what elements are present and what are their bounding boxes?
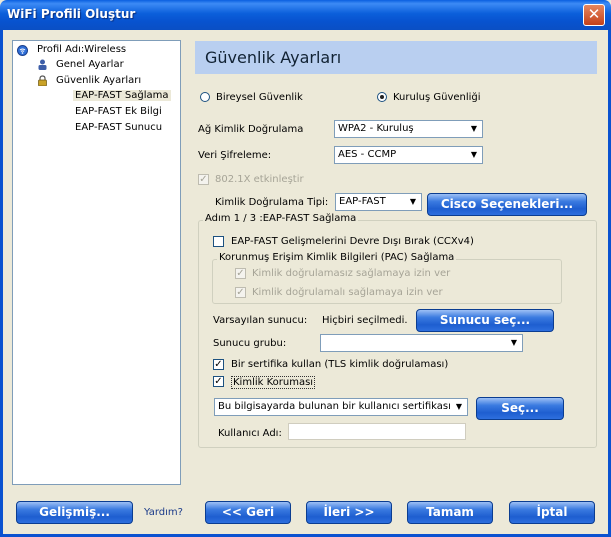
username-label: Kullanıcı Adı: [218,428,282,439]
auth-type-label: Kimlik Doğrulama Tipi: [215,197,329,208]
next-button[interactable]: İleri >> [306,501,392,524]
network-auth-select[interactable]: WPA2 - Kuruluş ▼ [334,120,483,138]
ok-button[interactable]: Tamam [407,501,493,524]
identity-protection-label: Kimlik Koruması [231,376,316,389]
certificate-value: Bu bilgisayarda bulunan bir kullanıcı se… [218,401,450,412]
encryption-label: Veri Şifreleme: [198,150,272,161]
auth-type-select[interactable]: EAP-FAST ▼ [335,193,422,211]
settings-tree[interactable]: Profil Adı:Wireless Genel Ayarlar Güvenl… [12,40,181,485]
tree-item-eap-fast-extra[interactable]: EAP-FAST Ek Bilgi [75,106,162,117]
advanced-button[interactable]: Gelişmiş... [16,501,133,524]
wifi-icon [17,45,28,56]
section-header: Güvenlik Ayarları [195,41,597,74]
help-link[interactable]: Yardım? [144,507,183,518]
personal-security-label: Bireysel Güvenlik [216,92,303,103]
cancel-button[interactable]: İptal [509,501,595,524]
window-title: WiFi Profili Oluştur [7,7,136,21]
use-certificate-checkbox[interactable]: ✓ [213,359,224,370]
chevron-down-icon[interactable]: ▼ [451,400,466,414]
chevron-down-icon[interactable]: ▼ [506,336,521,350]
tree-item-security[interactable]: Güvenlik Ayarları [56,75,141,86]
enable-8021x-label: 802.1X etkinleştir [215,174,304,185]
tree-item-eap-fast-provisioning[interactable]: EAP-FAST Sağlama [73,90,171,101]
chevron-down-icon[interactable]: ▼ [405,195,420,209]
unauth-provisioning-label: Kimlik doğrulamasız sağlamaya izin ver [252,268,451,279]
chevron-down-icon[interactable]: ▼ [466,148,481,162]
tree-item-eap-fast-server[interactable]: EAP-FAST Sunucu [75,122,162,133]
user-icon [38,59,47,70]
enterprise-security-label: Kuruluş Güvenliği [393,92,481,103]
network-auth-label: Ağ Kimlik Doğrulama [198,124,304,135]
auth-provisioning-checkbox[interactable]: ✓ [235,287,246,298]
encryption-value: AES - CCMP [338,149,397,160]
disable-enhancements-checkbox[interactable] [213,236,224,247]
select-certificate-button[interactable]: Seç... [476,397,564,420]
use-certificate-label: Bir sertifika kullan (TLS kimlik doğrula… [231,359,449,370]
tree-item-profile[interactable]: Profil Adı:Wireless [37,44,126,55]
tree-item-general[interactable]: Genel Ayarlar [56,59,124,70]
back-button[interactable]: << Geri [205,501,291,524]
certificate-select[interactable]: Bu bilgisayarda bulunan bir kullanıcı se… [214,398,468,416]
unauth-provisioning-checkbox[interactable]: ✓ [235,268,246,279]
chevron-down-icon[interactable]: ▼ [466,122,481,136]
select-server-button[interactable]: Sunucu seç... [416,309,554,332]
auth-provisioning-label: Kimlik doğrulamalı sağlamaya izin ver [252,287,443,298]
default-server-label: Varsayılan sunucu: [213,315,308,326]
close-icon[interactable]: ✕ [583,4,605,26]
enable-8021x-checkbox[interactable]: ✓ [198,174,209,185]
personal-security-radio[interactable] [200,92,210,102]
disable-enhancements-label: EAP-FAST Gelişmelerini Devre Dışı Bırak … [231,236,474,247]
eap-fast-provisioning-group-title: Adım 1 / 3 :EAP-FAST Sağlama [203,213,359,224]
window-border-left [0,30,3,537]
pac-provisioning-group-title: Korunmuş Erişim Kimlik Bilgileri (PAC) S… [217,252,457,263]
identity-protection-checkbox[interactable]: ✓ [213,376,224,387]
username-input[interactable] [288,423,466,440]
default-server-value: Hiçbiri seçilmedi. [322,315,408,326]
network-auth-value: WPA2 - Kuruluş [338,123,414,134]
cisco-options-button[interactable]: Cisco Seçenekleri... [427,193,587,216]
enterprise-security-radio[interactable] [377,92,387,102]
page-title: Güvenlik Ayarları [205,48,342,67]
encryption-select[interactable]: AES - CCMP ▼ [334,146,483,164]
auth-type-value: EAP-FAST [339,196,386,207]
server-group-select[interactable]: ▼ [320,334,523,352]
server-group-label: Sunucu grubu: [213,338,287,349]
lock-icon [38,75,47,86]
